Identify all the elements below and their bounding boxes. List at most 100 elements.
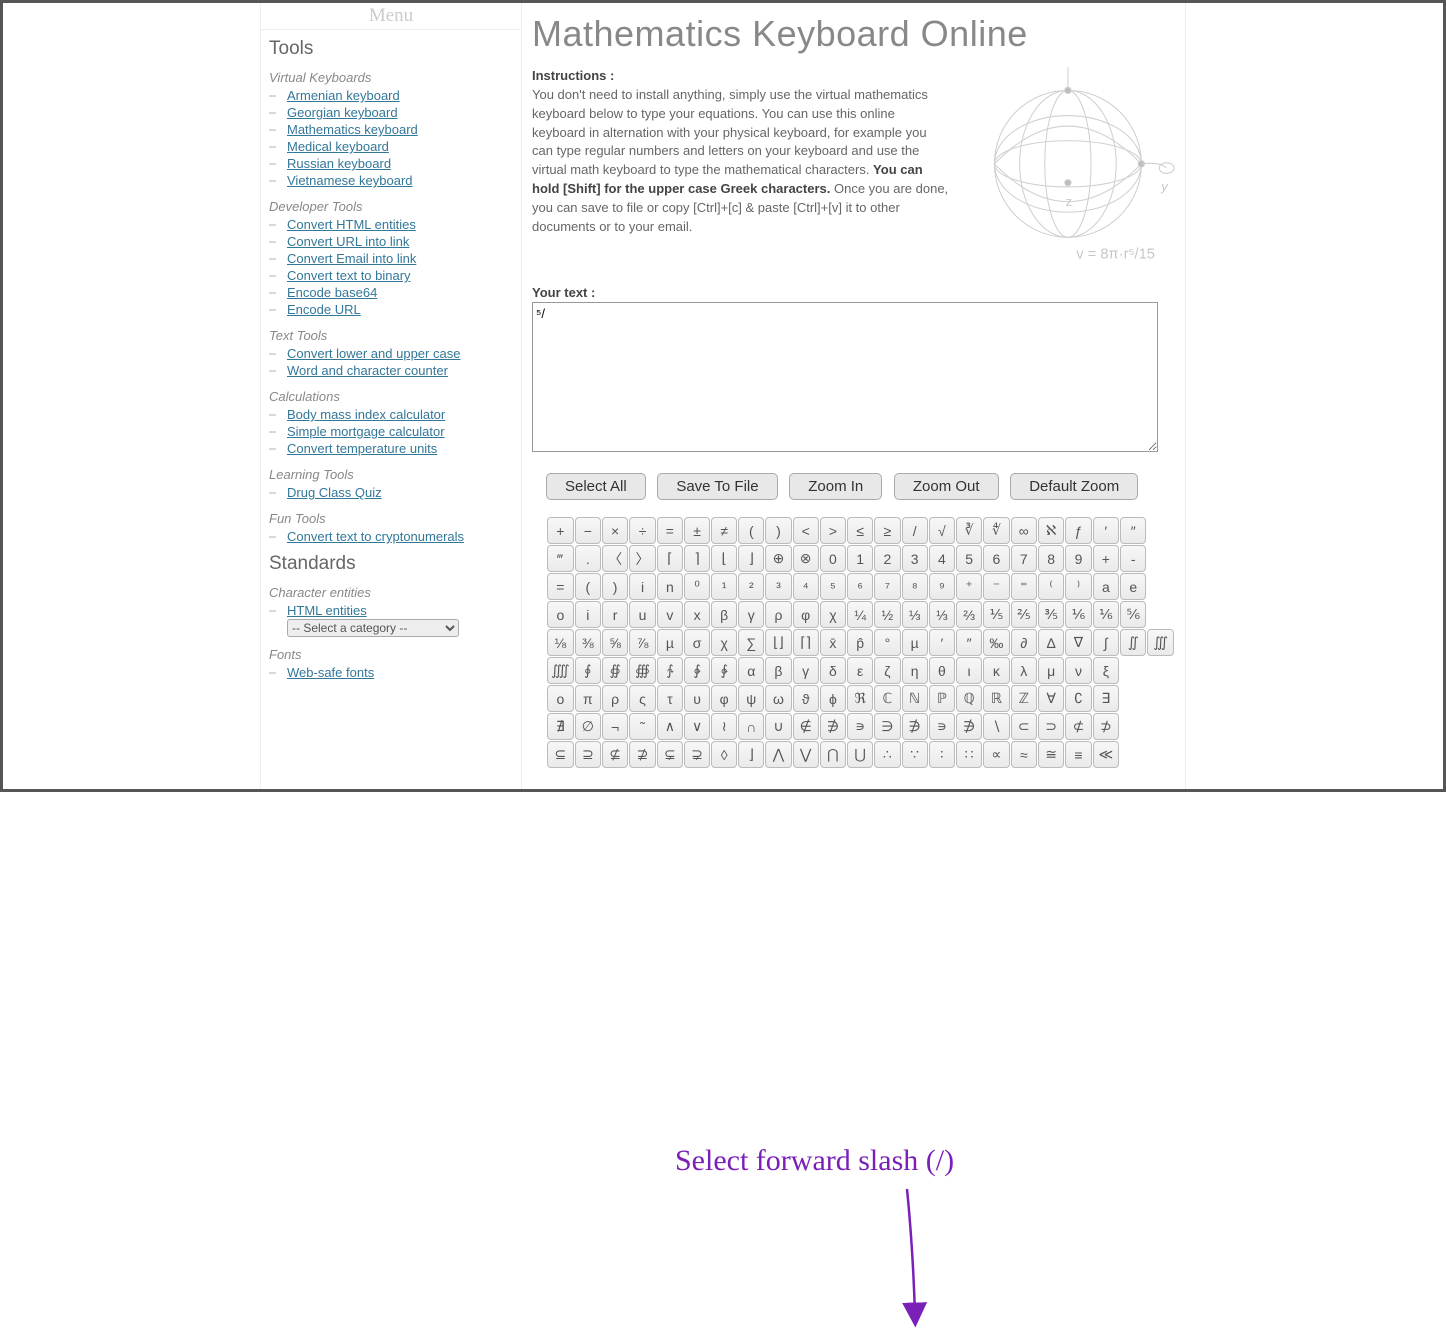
key[interactable]: ⊉ xyxy=(629,741,655,768)
key[interactable]: ⅜ xyxy=(575,629,601,656)
key[interactable]: ⁶ xyxy=(847,573,873,600)
key[interactable]: ∱ xyxy=(657,657,683,684)
key[interactable]: ≅ xyxy=(1038,741,1064,768)
key[interactable]: 〈 xyxy=(602,545,628,572)
key[interactable]: ∋ xyxy=(874,713,900,740)
key[interactable]: ∩ xyxy=(738,713,764,740)
sidebar-link[interactable]: Georgian keyboard xyxy=(287,105,398,120)
key[interactable]: φ xyxy=(793,601,819,628)
sidebar-link[interactable]: Convert HTML entities xyxy=(287,217,416,232)
key[interactable]: ⊄ xyxy=(1065,713,1091,740)
key[interactable]: = xyxy=(547,573,574,600)
key[interactable]: χ xyxy=(820,601,846,628)
key[interactable]: ⅞ xyxy=(629,629,655,656)
key[interactable]: ⁰ xyxy=(684,573,710,600)
key[interactable]: ℤ xyxy=(1011,685,1037,712)
sidebar-link[interactable]: Drug Class Quiz xyxy=(287,485,382,500)
key[interactable]: ∮ xyxy=(575,657,601,684)
sidebar-link[interactable]: Convert temperature units xyxy=(287,441,437,456)
key[interactable]: r xyxy=(602,601,628,628)
key[interactable]: ℝ xyxy=(983,685,1009,712)
key[interactable]: e xyxy=(1120,573,1146,600)
key[interactable]: ⌋ xyxy=(738,545,764,572)
key[interactable]: − xyxy=(575,517,601,544)
key[interactable]: 4 xyxy=(929,545,955,572)
key[interactable]: ∪ xyxy=(765,713,791,740)
sidebar-link[interactable]: Vietnamese keyboard xyxy=(287,173,413,188)
key[interactable]: ÷ xyxy=(629,517,655,544)
key[interactable]: ± xyxy=(684,517,710,544)
key[interactable]: - xyxy=(1120,545,1146,572)
key[interactable]: ) xyxy=(765,517,791,544)
key[interactable]: < xyxy=(793,517,819,544)
zoom-in-button[interactable]: Zoom In xyxy=(789,473,882,500)
key[interactable]: ∌ xyxy=(820,713,846,740)
key[interactable]: > xyxy=(820,517,846,544)
key[interactable]: 7 xyxy=(1011,545,1037,572)
key[interactable]: κ xyxy=(983,657,1009,684)
key[interactable]: ⋀ xyxy=(765,741,791,768)
key[interactable]: ℂ xyxy=(874,685,900,712)
sidebar-link[interactable]: Encode base64 xyxy=(287,285,377,300)
key[interactable]: ¬ xyxy=(602,713,628,740)
key[interactable]: υ xyxy=(684,685,710,712)
sidebar-link[interactable]: Armenian keyboard xyxy=(287,88,400,103)
key[interactable]: ″ xyxy=(956,629,982,656)
key[interactable]: × xyxy=(602,517,628,544)
key[interactable]: ∛ xyxy=(956,517,982,544)
key[interactable]: 1 xyxy=(847,545,873,572)
key[interactable]: ω xyxy=(765,685,791,712)
key[interactable]: ′ xyxy=(929,629,955,656)
sidebar-link[interactable]: Mathematics keyboard xyxy=(287,122,418,137)
key[interactable]: ⁷ xyxy=(874,573,900,600)
key[interactable]: ε xyxy=(847,657,873,684)
key[interactable]: γ xyxy=(738,601,764,628)
key[interactable]: ν xyxy=(1065,657,1091,684)
key[interactable]: + xyxy=(1093,545,1119,572)
key[interactable]: ⌉ xyxy=(684,545,710,572)
default-zoom-button[interactable]: Default Zoom xyxy=(1010,473,1138,500)
key[interactable]: ∌ xyxy=(902,713,928,740)
key[interactable]: ∉ xyxy=(793,713,819,740)
sidebar-link[interactable]: Convert text to binary xyxy=(287,268,411,283)
key[interactable]: λ xyxy=(1011,657,1037,684)
key[interactable]: ∝ xyxy=(983,741,1009,768)
key[interactable]: ∍ xyxy=(847,713,873,740)
key[interactable]: ⊅ xyxy=(1093,713,1119,740)
sidebar-link[interactable]: Convert URL into link xyxy=(287,234,409,249)
key[interactable]: ℜ xyxy=(847,685,873,712)
sidebar-link[interactable]: Russian keyboard xyxy=(287,156,391,171)
key[interactable]: ⅙ xyxy=(1065,601,1091,628)
key[interactable]: ∴ xyxy=(874,741,900,768)
key[interactable]: ι xyxy=(956,657,982,684)
key[interactable]: ″ xyxy=(1120,517,1146,544)
key[interactable]: ∭ xyxy=(1147,629,1174,656)
key[interactable]: ⋃ xyxy=(847,741,873,768)
key[interactable]: o xyxy=(547,601,574,628)
key[interactable]: ⊂ xyxy=(1011,713,1037,740)
key[interactable]: ο xyxy=(547,685,574,712)
key[interactable]: µ xyxy=(657,629,683,656)
sidebar-link[interactable]: Convert Email into link xyxy=(287,251,416,266)
key[interactable]: 〉 xyxy=(629,545,655,572)
key[interactable]: ϑ xyxy=(793,685,819,712)
key[interactable]: ζ xyxy=(874,657,900,684)
key[interactable]: ℚ xyxy=(956,685,982,712)
key[interactable]: ∯ xyxy=(602,657,628,684)
key[interactable]: γ xyxy=(793,657,819,684)
key[interactable]: ⌋ xyxy=(738,741,764,768)
key[interactable]: ⁴ xyxy=(793,573,819,600)
key[interactable]: ′ xyxy=(1093,517,1119,544)
key[interactable]: ⊇ xyxy=(575,741,601,768)
key[interactable]: ∬ xyxy=(1120,629,1146,656)
key[interactable]: ∰ xyxy=(629,657,655,684)
key[interactable]: ρ xyxy=(765,601,791,628)
sidebar-link[interactable]: Body mass index calculator xyxy=(287,407,445,422)
zoom-out-button[interactable]: Zoom Out xyxy=(894,473,999,500)
key[interactable]: ⁹ xyxy=(929,573,955,600)
key[interactable]: ∆ xyxy=(1038,629,1064,656)
key[interactable]: ˜ xyxy=(629,713,655,740)
key[interactable]: ∂ xyxy=(1011,629,1037,656)
key[interactable]: 8 xyxy=(1038,545,1064,572)
key[interactable]: χ xyxy=(711,629,737,656)
